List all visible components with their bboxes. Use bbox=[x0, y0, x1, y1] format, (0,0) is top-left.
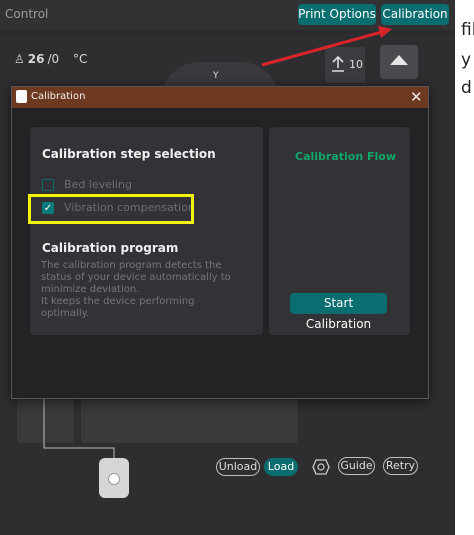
bed-leveling-checkbox[interactable] bbox=[42, 179, 54, 191]
filament-spool-icon bbox=[99, 458, 129, 498]
strip-text-1: fil bbox=[461, 20, 474, 40]
temperature-readout: ♙ 26/0 °C bbox=[14, 52, 87, 66]
guide-button[interactable]: Guide bbox=[338, 457, 375, 475]
temperature-current: 26 bbox=[27, 52, 45, 66]
strip-text-3: d bbox=[461, 78, 472, 98]
strip-text-2: y bbox=[461, 50, 472, 70]
temperature-target: /0 bbox=[47, 52, 60, 66]
app-logo-icon bbox=[16, 90, 27, 103]
nozzle-icon[interactable] bbox=[311, 457, 331, 477]
program-description: The calibration program detects the stat… bbox=[41, 260, 231, 319]
program-heading: Calibration program bbox=[42, 241, 179, 255]
bed-leveling-label: Bed leveling bbox=[64, 178, 132, 191]
z-up-control[interactable]: 10 bbox=[325, 47, 365, 83]
step-selection-heading: Calibration step selection bbox=[42, 147, 216, 161]
print-options-button[interactable]: Print Options bbox=[298, 4, 376, 25]
control-label: Control bbox=[5, 7, 49, 21]
start-calibration-button[interactable]: Start Calibration bbox=[290, 293, 387, 331]
close-icon[interactable]: ✕ bbox=[410, 88, 423, 106]
calibration-dialog: Calibration ✕ Calibration step selection… bbox=[11, 86, 429, 399]
calibration-button[interactable]: Calibration bbox=[381, 4, 449, 25]
dialog-title-bar: Calibration ✕ bbox=[12, 87, 428, 108]
top-bar: Control Print Options Calibration bbox=[0, 0, 455, 30]
y-axis-label: Y bbox=[213, 71, 219, 81]
eject-button[interactable] bbox=[380, 45, 418, 79]
load-button[interactable]: Load bbox=[264, 458, 298, 476]
temperature-unit: °C bbox=[72, 52, 88, 66]
dialog-title: Calibration bbox=[31, 91, 86, 102]
step-value: 10 bbox=[349, 58, 363, 71]
person-icon: ♙ bbox=[14, 52, 25, 66]
eject-icon bbox=[390, 55, 408, 65]
retry-button[interactable]: Retry bbox=[383, 457, 418, 475]
calibration-flow-label: Calibration Flow bbox=[295, 150, 397, 163]
upload-icon bbox=[332, 56, 344, 72]
adjacent-window-strip: fil y d bbox=[455, 0, 474, 535]
unload-button[interactable]: Unload bbox=[216, 458, 260, 476]
highlight-box bbox=[28, 194, 194, 224]
